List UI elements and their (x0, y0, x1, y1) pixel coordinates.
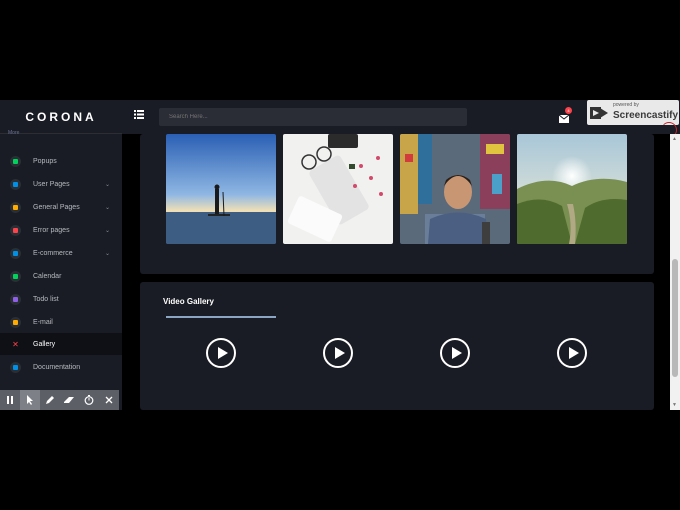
sidebar-item-user-pages[interactable]: User Pages ⌄ (0, 173, 122, 195)
calendar-icon (10, 270, 21, 282)
recorder-toolbar (0, 390, 119, 410)
notification-badge: 4 (565, 107, 572, 114)
play-button-icon[interactable] (557, 338, 587, 368)
search-input[interactable] (159, 108, 467, 126)
close-icon[interactable] (99, 390, 119, 410)
doc-icon (10, 361, 21, 373)
chevron-down-icon: ⌄ (105, 250, 111, 257)
timer-icon[interactable] (79, 390, 99, 410)
menu-toggle-icon[interactable] (134, 110, 148, 124)
chevron-down-icon: ⌄ (105, 227, 111, 234)
gallery-image-paddleboard[interactable] (166, 134, 276, 244)
screencastify-powered-label: powered by (613, 102, 639, 108)
sidebar-item-label: Todo list (33, 295, 59, 303)
cursor-icon[interactable] (19, 390, 40, 410)
sidebar-item-label: User Pages (33, 180, 70, 188)
play-button-icon[interactable] (440, 338, 470, 368)
main-content: Video Gallery (122, 134, 670, 410)
image-gallery-card (140, 134, 654, 274)
video-gallery-title: Video Gallery (163, 297, 214, 306)
sidebar-item-label: Gallery (33, 340, 56, 348)
sidebar-item-label: E-commerce (33, 249, 73, 257)
cart-icon (10, 247, 21, 259)
checklist-icon (10, 293, 21, 305)
lock-icon (10, 224, 21, 236)
chevron-down-icon: ⌄ (105, 181, 111, 188)
sidebar-item-todo-list[interactable]: Todo list (0, 288, 122, 310)
sidebar-item-label: Calendar (33, 272, 62, 280)
sidebar-item-general-pages[interactable]: General Pages ⌄ (0, 196, 122, 218)
page-scrollbar[interactable]: ▲ ▼ (670, 134, 680, 410)
sidebar-item-label: E-mail (33, 318, 53, 326)
chevron-down-icon: ⌄ (105, 204, 111, 211)
sidebar-item-label: Popups (33, 157, 57, 165)
topbar: 4 powered by Screencastify (122, 100, 680, 138)
play-button-icon[interactable] (206, 338, 236, 368)
sidebar-item-error-pages[interactable]: Error pages ⌄ (0, 219, 122, 241)
scrollbar-thumb[interactable] (672, 259, 678, 377)
sidebar-item-popups[interactable]: Popups (0, 150, 122, 172)
pen-icon[interactable] (40, 390, 60, 410)
gallery-icon: ✕ (12, 339, 19, 349)
email-icon (10, 316, 21, 328)
video-gallery-underline (166, 316, 276, 318)
user-icon (10, 178, 21, 190)
screencastify-name: Screencastify (613, 110, 679, 121)
sidebar-item-gallery[interactable]: ✕ Gallery (0, 333, 122, 355)
video-gallery-card: Video Gallery (140, 282, 654, 410)
sidebar-item-e-mail[interactable]: E-mail (0, 311, 122, 333)
sidebar-item-label: Documentation (33, 363, 81, 371)
sidebar-item-calendar[interactable]: Calendar (0, 265, 122, 287)
sidebar-item-e-commerce[interactable]: E-commerce ⌄ (0, 242, 122, 264)
popup-icon (10, 155, 21, 167)
app-screen: CORONA More Popups User Pages ⌄ General … (0, 100, 680, 410)
sidebar-item-label: Error pages (33, 226, 70, 234)
brand-logo[interactable]: CORONA (0, 100, 122, 134)
gallery-image-valley[interactable] (517, 134, 627, 244)
globe-icon (10, 201, 21, 213)
play-button-icon[interactable] (323, 338, 353, 368)
sidebar: CORONA More Popups User Pages ⌄ General … (0, 100, 122, 410)
eraser-icon[interactable] (59, 390, 79, 410)
scroll-down-icon[interactable]: ▼ (672, 402, 677, 408)
pause-icon[interactable] (0, 390, 20, 410)
sidebar-item-documentation[interactable]: Documentation (0, 356, 122, 378)
screencastify-logo-icon (590, 104, 608, 122)
screencastify-watermark: powered by Screencastify (587, 100, 679, 125)
gallery-image-city-man[interactable] (400, 134, 510, 244)
scroll-up-icon[interactable]: ▲ (672, 136, 677, 142)
gallery-image-desk-flatlay[interactable] (283, 134, 393, 244)
sidebar-item-label: General Pages (33, 203, 80, 211)
sidebar-section-label: More (8, 130, 20, 136)
